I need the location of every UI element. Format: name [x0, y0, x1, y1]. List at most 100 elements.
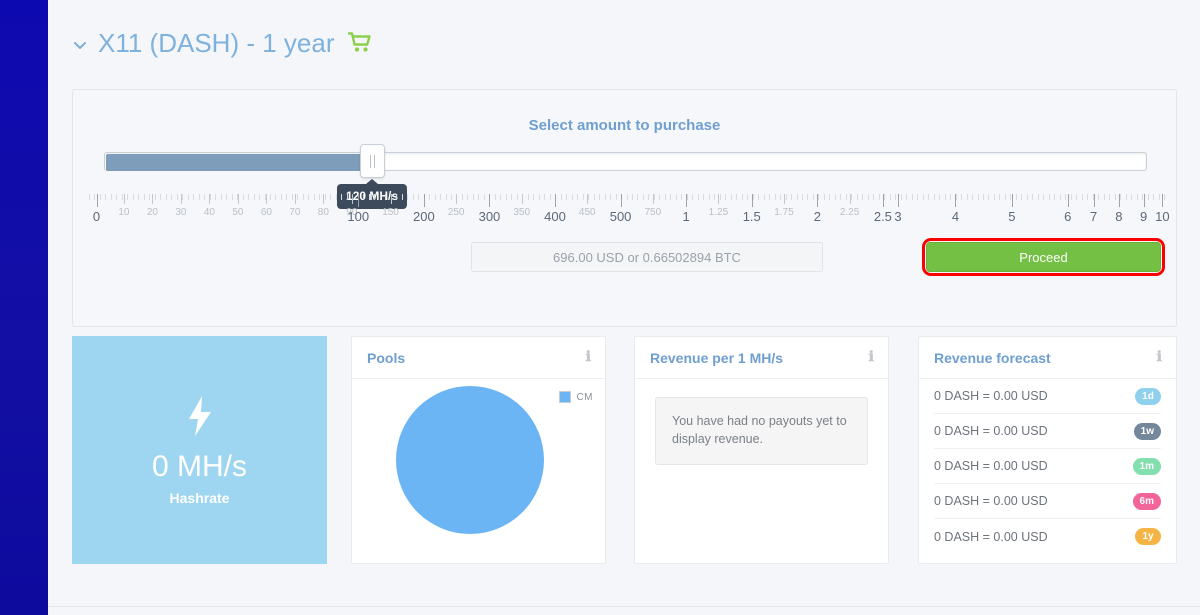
ruler-tick — [220, 194, 222, 200]
amount-slider[interactable]: 120 MH/s — [104, 144, 1147, 209]
ruler-tick — [1162, 194, 1164, 207]
pools-card-title: Pools — [367, 349, 406, 366]
ruler-tick — [783, 194, 785, 204]
ruler-tick — [1158, 194, 1160, 200]
ruler-tick — [1114, 194, 1116, 200]
ruler-tick — [571, 194, 573, 200]
ruler-tick — [264, 194, 266, 200]
ruler-label: 250 — [447, 207, 465, 218]
slider-track[interactable] — [104, 152, 1147, 171]
ruler-tick — [434, 194, 436, 200]
ruler-tick — [143, 194, 145, 200]
ruler-tick — [648, 194, 650, 200]
ruler-tick — [714, 194, 716, 200]
page-title[interactable]: X11 (DASH) - 1 year — [72, 28, 372, 59]
ruler-tick — [450, 194, 452, 200]
ruler-tick — [1065, 194, 1067, 200]
ruler-tick — [180, 194, 182, 204]
ruler-tick — [587, 194, 589, 204]
ruler-tick — [472, 194, 474, 200]
revenue-card-header: Revenue per 1 MH/s ℹ — [635, 337, 888, 379]
ruler-tick — [697, 194, 699, 200]
ruler-tick — [812, 194, 814, 200]
ruler-label: 5 — [1008, 209, 1016, 224]
revenue-per-mhs-card: Revenue per 1 MH/s ℹ You have had no pay… — [634, 336, 889, 564]
ruler-tick — [1153, 194, 1155, 200]
chevron-down-icon[interactable] — [72, 37, 88, 53]
ruler-label: 150 — [382, 207, 399, 218]
forecast-row-text: 0 DASH = 0.00 USD — [934, 494, 1048, 508]
info-icon[interactable]: ℹ — [1157, 349, 1162, 366]
ruler-label: 1 — [682, 209, 690, 224]
drag-grip-icon — [370, 154, 372, 168]
ruler-tick — [955, 194, 957, 207]
ruler-tick — [718, 194, 720, 204]
main-content: X11 (DASH) - 1 year Select amount to pur… — [48, 0, 1200, 615]
ruler-tick — [198, 194, 200, 200]
ruler-tick — [483, 194, 485, 200]
ruler-label: 50 — [232, 207, 244, 218]
info-icon[interactable]: ℹ — [586, 349, 591, 366]
ruler-tick — [341, 194, 343, 200]
shopping-cart-icon[interactable] — [347, 30, 372, 61]
forecast-row-text: 0 DASH = 0.00 USD — [934, 459, 1048, 473]
ruler-tick — [351, 194, 353, 204]
ruler-tick — [291, 194, 293, 200]
ruler-tick — [730, 194, 732, 200]
ruler-tick — [1087, 194, 1089, 200]
ruler-tick — [505, 194, 507, 200]
ruler-tick — [418, 194, 420, 200]
ruler-tick — [780, 194, 782, 200]
ruler-tick — [478, 194, 480, 200]
ruler-tick — [642, 194, 644, 200]
ruler-tick — [401, 194, 403, 200]
ruler-label: 9 — [1139, 209, 1148, 224]
ruler-tick — [741, 194, 743, 200]
ruler-tick — [818, 194, 820, 200]
info-icon[interactable]: ℹ — [869, 349, 874, 366]
ruler-tick — [802, 194, 803, 200]
ruler-label: 70 — [289, 207, 301, 218]
ruler-tick — [127, 194, 129, 200]
proceed-button[interactable]: Proceed — [926, 242, 1161, 272]
ruler-tick — [582, 194, 584, 200]
ruler-tick — [445, 194, 447, 200]
ruler-tick — [99, 194, 101, 200]
forecast-row: 0 DASH = 0.00 USD 1d — [934, 379, 1161, 414]
ruler-tick — [845, 194, 847, 200]
ruler-tick — [544, 194, 546, 200]
price-text: 696.00 USD or 0.66502894 BTC — [553, 249, 741, 265]
ruler-tick — [566, 194, 568, 200]
ruler-tick — [231, 194, 233, 200]
forecast-card-title: Revenue forecast — [934, 349, 1051, 366]
ruler-tick — [1118, 194, 1120, 207]
ruler-tick — [1093, 194, 1095, 207]
ruler-tick — [242, 194, 244, 200]
ruler-tick — [187, 194, 189, 200]
ruler-tick — [774, 194, 776, 200]
ruler-tick — [390, 194, 392, 204]
ruler-tick — [878, 194, 880, 200]
ruler-tick — [286, 194, 288, 200]
ruler-tick — [681, 194, 683, 200]
ruler-tick — [171, 194, 173, 200]
ruler-tick — [1043, 194, 1045, 200]
widgets-row: 0 MH/s Hashrate Pools ℹ CM Revenue per 1… — [72, 336, 1177, 564]
ruler-tick — [308, 194, 310, 200]
ruler-label: 300 — [478, 209, 501, 224]
slider-handle[interactable] — [360, 144, 386, 178]
period-badge: 1w — [1133, 422, 1161, 440]
ruler-tick — [302, 194, 304, 200]
hashrate-value: 0 MH/s — [151, 449, 247, 483]
proceed-button-label: Proceed — [1019, 249, 1068, 265]
ruler-tick — [1109, 194, 1111, 200]
ruler-tick — [708, 194, 710, 200]
ruler-tick — [1067, 194, 1069, 207]
ruler-tick — [906, 194, 908, 200]
forecast-row-text: 0 DASH = 0.00 USD — [934, 389, 1048, 403]
ruler-label: 20 — [146, 207, 158, 218]
ruler-tick — [599, 194, 601, 200]
revenue-card-title: Revenue per 1 MH/s — [650, 349, 784, 366]
pools-card: Pools ℹ CM — [351, 336, 606, 564]
ruler-tick — [1026, 194, 1028, 200]
